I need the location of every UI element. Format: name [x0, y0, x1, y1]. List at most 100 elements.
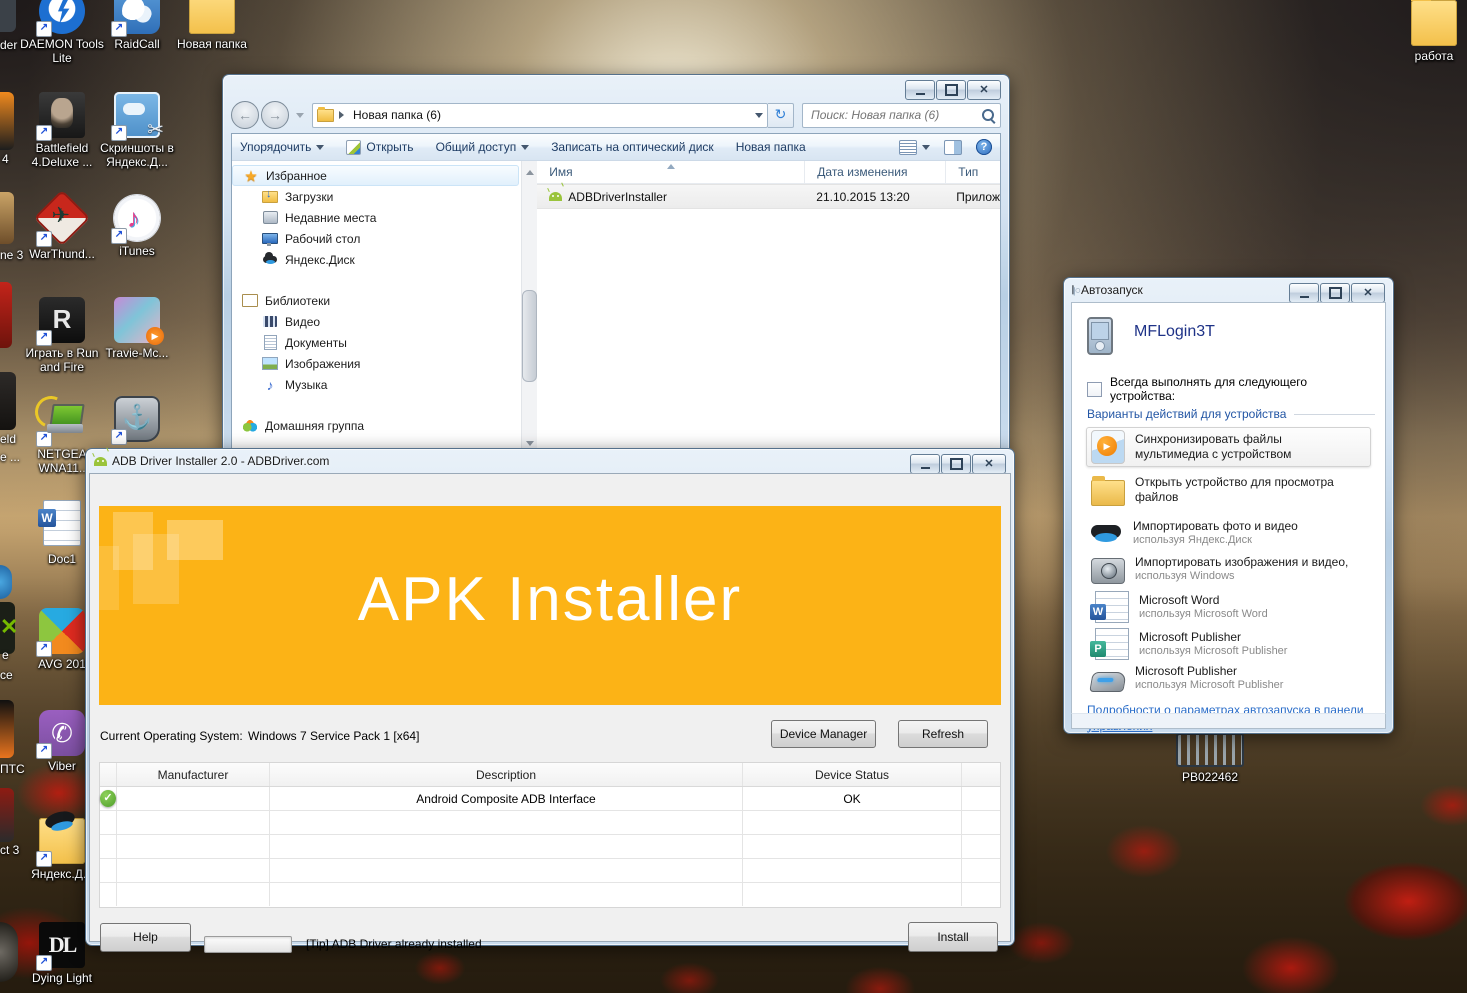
desktop-icon-raidcall[interactable]: RaidCall	[95, 0, 179, 51]
desktop-icon-run-and-fire[interactable]: Играть в Run and Fire	[20, 297, 104, 375]
device-row-empty	[100, 811, 1000, 835]
file-name-cell: ADBDriverInstaller	[537, 190, 804, 204]
desktop-icon-fragment[interactable]	[0, 282, 12, 348]
desktop-icon-warships[interactable]	[95, 396, 179, 442]
geforce-icon-fragment[interactable]: ✕	[0, 602, 15, 654]
folder-icon	[189, 0, 235, 34]
sidebar-item-desktop[interactable]: Рабочий стол	[232, 228, 521, 249]
desktop-icon-battlefield4[interactable]: Battlefield 4.Deluxe ...	[20, 92, 104, 170]
search-input[interactable]	[809, 107, 982, 123]
file-row-adbdriverinstaller[interactable]: ADBDriverInstaller 21.10.2015 13:20 Прил…	[537, 184, 1000, 209]
preview-pane-icon[interactable]	[944, 140, 962, 155]
desktop-icon-screenshots[interactable]: Скриншоты в Яндекс.Д...	[95, 92, 179, 170]
music-note-icon	[262, 377, 278, 393]
breadcrumb[interactable]: Новая папка (6)	[353, 108, 750, 122]
close-button[interactable]: ✕	[972, 454, 1006, 474]
sidebar-item-libraries[interactable]: Библиотеки	[232, 290, 521, 311]
desktop-icon-daemon-tools[interactable]: DAEMON Tools Lite	[20, 0, 104, 66]
netgear-icon	[39, 398, 85, 444]
sidebar-item-music[interactable]: Музыка	[232, 374, 521, 395]
desktop: der 4 ne 3 eld e ... ✕ e ce ПТС ct 3 DAE…	[0, 0, 1467, 993]
banner-decor-square	[167, 520, 223, 560]
help-button[interactable]: Help	[100, 923, 191, 952]
column-header-manufacturer[interactable]: Manufacturer	[117, 763, 270, 786]
desktop-icon-itunes[interactable]: iTunes	[95, 195, 179, 258]
address-dropdown-icon[interactable]	[755, 113, 763, 122]
autoplay-option-word[interactable]: Microsoft Wordиспользуя Microsoft Word	[1086, 588, 1371, 626]
sidebar-item-downloads[interactable]: Загрузки	[232, 186, 521, 207]
column-header-device-status[interactable]: Device Status	[743, 763, 962, 786]
toolbar-new-folder[interactable]: Новая папка	[736, 140, 806, 154]
search-box[interactable]	[802, 103, 1001, 128]
column-header-type[interactable]: Тип	[946, 161, 1000, 183]
close-button[interactable]: ✕	[1351, 283, 1385, 303]
desktop-icon-fragment[interactable]	[0, 922, 18, 982]
sidebar-scrollbar[interactable]	[521, 161, 537, 455]
autoplay-option-sync-media[interactable]: Синхронизировать файлы мультимедиа с уст…	[1086, 427, 1371, 467]
column-header-name[interactable]: Имя	[537, 161, 805, 183]
word-document-icon	[43, 500, 81, 546]
sidebar-item-documents[interactable]: Документы	[232, 332, 521, 353]
desktop-icon-fragment[interactable]	[0, 372, 16, 430]
chevron-down-icon	[316, 145, 324, 154]
autoplay-option-import-windows[interactable]: Импортировать изображения и видео,исполь…	[1086, 551, 1371, 587]
scrollbar-thumb[interactable]	[522, 290, 537, 382]
sidebar-item-homegroup[interactable]: Домашняя группа	[232, 415, 521, 436]
maximize-button[interactable]	[941, 454, 971, 474]
os-label: Current Operating System:	[100, 729, 243, 743]
cloud-icon	[263, 256, 277, 263]
refresh-button[interactable]: Refresh	[898, 720, 988, 748]
desktop-icon-fragment[interactable]	[0, 0, 16, 32]
sidebar-item-yandex-disk[interactable]: Яндекс.Диск	[232, 249, 521, 270]
toolbar-open[interactable]: Открыть	[346, 140, 413, 155]
change-view-icon[interactable]	[899, 140, 917, 155]
autoplay-option-publisher[interactable]: Microsoft Publisherиспользуя Microsoft P…	[1086, 625, 1371, 663]
chevron-down-icon[interactable]	[922, 145, 930, 154]
minimize-button[interactable]	[1289, 283, 1319, 303]
recent-pages-dropdown-icon[interactable]	[296, 113, 304, 122]
sidebar-item-favorites[interactable]: Избранное	[232, 165, 519, 186]
desktop-icon-warthunder[interactable]: WarThund...	[20, 195, 104, 261]
back-button[interactable]: ←	[231, 101, 259, 129]
desktop-icon-new-folder[interactable]: Новая папка	[170, 0, 254, 51]
maximize-button[interactable]	[936, 80, 966, 100]
column-header-description[interactable]: Description	[270, 763, 743, 786]
help-icon[interactable]: ?	[976, 139, 992, 155]
adb-titlebar[interactable]: ADB Driver Installer 2.0 - ADBDriver.com	[86, 449, 1014, 473]
desktop-icon-fragment[interactable]	[0, 788, 14, 842]
toolbar-organize[interactable]: Упорядочить	[240, 140, 324, 154]
address-bar[interactable]: Новая папка (6)	[312, 103, 768, 128]
minimize-button[interactable]	[910, 454, 940, 474]
desktop-icon-label: Dying Light	[20, 971, 104, 985]
close-button[interactable]: ✕	[967, 80, 1001, 100]
always-do-checkbox[interactable]	[1087, 382, 1102, 397]
desktop-icon-pb022462[interactable]: PB022462	[1168, 733, 1252, 784]
toolbar-share[interactable]: Общий доступ	[436, 140, 530, 154]
minimize-button[interactable]	[905, 80, 935, 100]
desktop-icon-fragment[interactable]	[0, 192, 14, 244]
scanner-camera-icon	[1089, 672, 1127, 692]
desktop-icon-rabota[interactable]: работа	[1392, 0, 1467, 63]
desktop-icon-fragment[interactable]	[0, 92, 14, 150]
maximize-button[interactable]	[1320, 283, 1350, 303]
sidebar-item-pictures[interactable]: Изображения	[232, 353, 521, 374]
sidebar-item-video[interactable]: Видео	[232, 311, 521, 332]
shortcut-arrow-icon	[111, 21, 127, 37]
device-manager-button[interactable]: Device Manager	[771, 720, 876, 748]
desktop-icon-fragment[interactable]	[0, 700, 14, 758]
scroll-up-icon[interactable]	[526, 166, 534, 175]
word-icon	[1095, 591, 1129, 623]
forward-button[interactable]: →	[261, 101, 289, 129]
device-row-android[interactable]: Android Composite ADB Interface OK	[100, 787, 1000, 811]
desktop-icon-travie[interactable]: Travie-Mc...	[95, 297, 179, 360]
autoplay-option-import-yandex[interactable]: Импортировать фото и видеоиспользуя Янде…	[1086, 514, 1371, 552]
adb-body: APK Installer Current Operating System: …	[89, 473, 1011, 942]
install-button[interactable]: Install	[908, 922, 998, 952]
toolbar-burn[interactable]: Записать на оптический диск	[551, 140, 714, 154]
autoplay-option-open-device[interactable]: Открыть устройство для просмотра файлов	[1086, 471, 1371, 509]
column-header-date[interactable]: Дата изменения	[805, 161, 946, 183]
sidebar-item-recent-places[interactable]: Недавние места	[232, 207, 521, 228]
desktop-monitor-icon	[262, 233, 278, 244]
refresh-button[interactable]: ↻	[768, 103, 794, 128]
autoplay-option-publisher-2[interactable]: Microsoft Publisherиспользуя Microsoft P…	[1086, 661, 1371, 695]
